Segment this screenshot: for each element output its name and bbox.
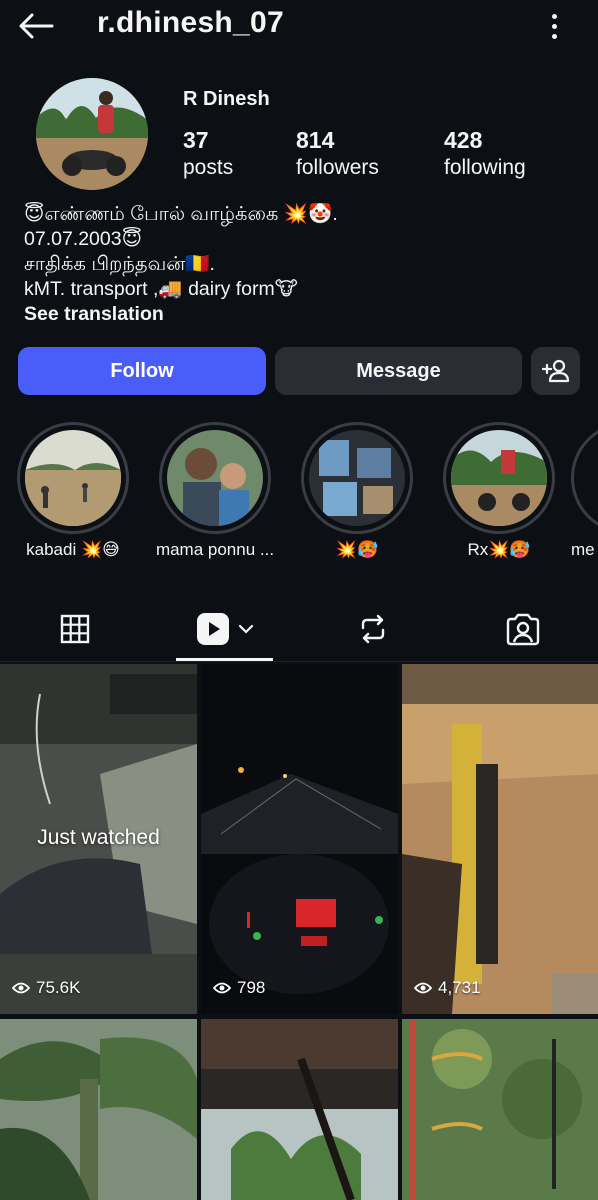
reel-thumbnail [201, 664, 398, 1014]
bio-line: 😇எண்ணம் போல் வாழ்க்கை 💥🤡. [24, 203, 338, 225]
highlight-ring [17, 422, 129, 534]
highlight-item[interactable]: me [571, 422, 598, 560]
posts-stat[interactable]: 37 posts [183, 126, 233, 182]
more-options-button[interactable] [544, 10, 564, 42]
reel-tile[interactable] [201, 1019, 398, 1200]
view-count: 798 [213, 978, 265, 998]
highlight-item[interactable]: 💥🥵 [287, 422, 427, 560]
profile-avatar[interactable] [36, 78, 148, 190]
view-count-text: 798 [237, 978, 266, 997]
highlight-item[interactable]: mama ponnu ... [145, 422, 285, 560]
highlight-cover [451, 430, 547, 526]
chevron-down-icon [238, 624, 254, 634]
view-count-text: 75.6K [36, 978, 81, 997]
highlight-ring [159, 422, 271, 534]
grid-icon [60, 614, 90, 644]
reel-thumbnail [201, 1019, 398, 1200]
highlight-item[interactable]: kabadi 💥😅 [3, 422, 143, 560]
views-eye-icon [213, 982, 231, 994]
highlight-label: mama ponnu ... [155, 540, 275, 559]
bio-line: kMT. transport ,🚚 dairy form🐮 [24, 278, 298, 300]
highlight-cover [25, 430, 121, 526]
posts-count: 37 [183, 127, 209, 153]
followers-count: 814 [296, 127, 335, 153]
reel-tile[interactable]: 4,731 [402, 664, 598, 1014]
views-eye-icon [12, 982, 30, 994]
top-bar: r.dhinesh_07 [0, 0, 598, 52]
suggest-users-button[interactable] [531, 347, 580, 395]
highlight-label: me [571, 540, 595, 559]
profile-bio: 😇எண்ணம் போல் வாழ்க்கை 💥🤡. 07.07.2003😇 சா… [24, 202, 584, 327]
followers-label: followers [296, 156, 379, 179]
repost-icon [361, 614, 385, 644]
bio-line: சாதிக்க பிறந்தவன்🇷🇴. [24, 253, 215, 275]
following-count: 428 [444, 127, 483, 153]
highlight-ring [571, 422, 598, 534]
back-button[interactable] [16, 8, 56, 44]
view-count: 75.6K [12, 978, 80, 998]
arrow-left-icon [19, 13, 54, 39]
more-dot [551, 23, 557, 29]
more-vertical-icon [551, 13, 557, 19]
highlight-ring [301, 422, 413, 534]
reel-thumbnail [402, 1019, 598, 1200]
reel-tile[interactable]: 798 [201, 664, 398, 1014]
reels-icon [197, 613, 229, 645]
profile-tabs [0, 598, 598, 662]
view-count-text: 4,731 [438, 978, 481, 997]
message-button[interactable]: Message [275, 347, 522, 395]
reel-thumbnail [0, 1019, 197, 1200]
highlight-label: Rx💥🥵 [467, 540, 531, 559]
add-user-icon [541, 359, 569, 383]
highlight-label: kabadi 💥😅 [26, 540, 120, 559]
following-label: following [444, 156, 526, 179]
views-eye-icon [414, 982, 432, 994]
highlight-ring [443, 422, 555, 534]
tab-reels[interactable] [175, 598, 275, 660]
avatar-photo [36, 78, 148, 190]
tab-reposts[interactable] [323, 598, 423, 660]
just-watched-label: Just watched [37, 826, 160, 849]
highlight-cover [167, 430, 263, 526]
profile-username: r.dhinesh_07 [97, 6, 285, 39]
bio-line: 07.07.2003😇 [24, 228, 142, 250]
highlight-cover [309, 430, 405, 526]
reel-tile[interactable] [0, 1019, 197, 1200]
tagged-icon [506, 613, 540, 646]
view-count: 4,731 [414, 978, 481, 998]
followers-stat[interactable]: 814 followers [296, 126, 379, 182]
active-tab-indicator [176, 658, 273, 661]
tab-tagged[interactable] [473, 598, 573, 660]
more-dot [551, 33, 557, 39]
posts-label: posts [183, 156, 234, 179]
display-name: R Dinesh [183, 88, 270, 110]
story-highlights: kabadi 💥😅 mama ponnu ... 💥🥵 Rx💥🥵 me [0, 422, 598, 572]
reel-tile[interactable]: Just watched 75.6K [0, 664, 197, 1014]
highlight-item[interactable]: Rx💥🥵 [429, 422, 569, 560]
following-stat[interactable]: 428 following [444, 126, 526, 182]
reel-thumbnail [402, 664, 598, 1014]
follow-button[interactable]: Follow [18, 347, 266, 395]
tab-posts-grid[interactable] [25, 598, 125, 660]
see-translation-link[interactable]: See translation [24, 302, 584, 327]
reel-tile[interactable] [402, 1019, 598, 1200]
highlight-label: 💥🥵 [335, 540, 379, 559]
